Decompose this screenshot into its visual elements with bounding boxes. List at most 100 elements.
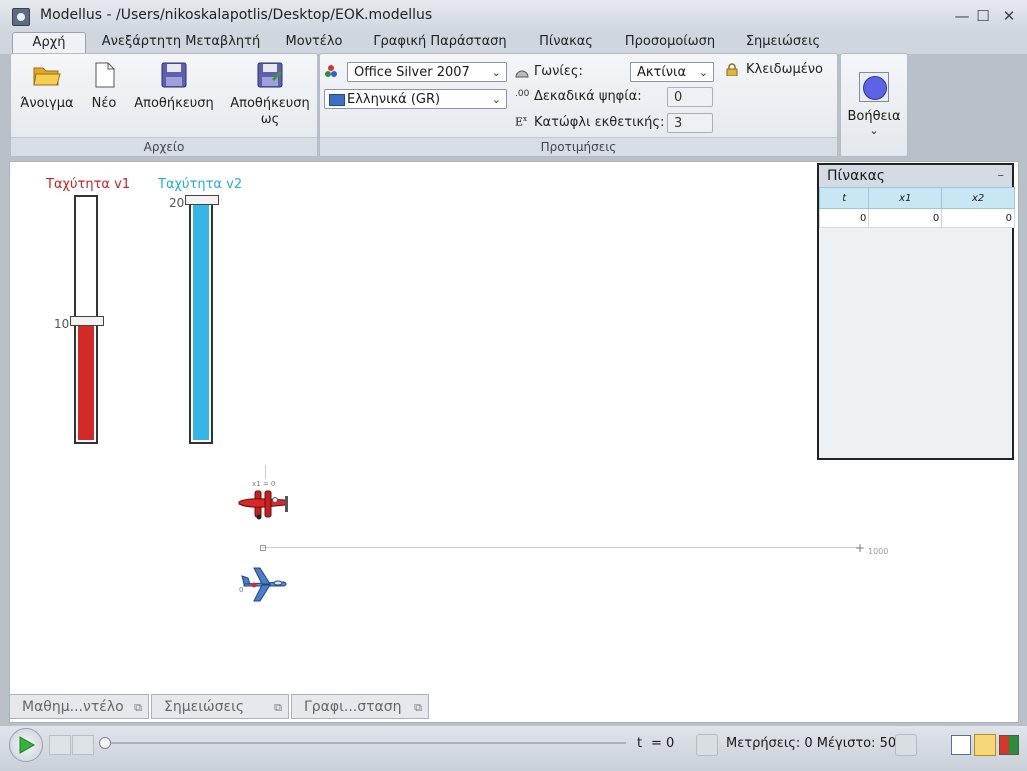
time-slider[interactable]: [104, 742, 626, 744]
time-slider-thumb[interactable]: [99, 737, 111, 749]
window-title: Modellus - /Users/nikoskalapotlis/Deskto…: [40, 7, 433, 23]
blue-jet-icon[interactable]: [240, 564, 290, 604]
maximize-icon[interactable]: ☐: [974, 7, 992, 25]
table-header-t[interactable]: t: [818, 187, 870, 209]
chevron-down-icon: ⌄: [491, 93, 501, 106]
slider-v2-label: Ταχύτητα v2: [158, 177, 243, 192]
table-cell[interactable]: 0: [941, 208, 1015, 228]
table-header-x1[interactable]: x1: [868, 187, 943, 209]
slider-v2-tick: 20: [169, 196, 185, 210]
time-value: = 0: [651, 736, 675, 751]
docked-model-label: Μαθημ...ντέλο: [22, 699, 124, 715]
table-cell[interactable]: 0: [868, 208, 943, 228]
save-as-button[interactable]: Αποθήκευση ως: [225, 60, 315, 128]
app-icon: [12, 8, 30, 26]
minimize-icon[interactable]: —: [953, 7, 971, 25]
save-as-label: Αποθήκευση ως: [230, 96, 310, 127]
axis-origin-marker[interactable]: [260, 545, 266, 551]
grid-windows-icon[interactable]: [999, 735, 1019, 755]
restore-icon[interactable]: ⧉: [414, 695, 422, 720]
close-icon[interactable]: ✕: [1000, 7, 1018, 25]
tab-table[interactable]: Πίνακας: [528, 32, 604, 54]
lock-icon: [726, 63, 738, 77]
play-icon: [19, 736, 35, 754]
slider-v2-fill: [193, 199, 209, 440]
slider-v1-label: Ταχύτητα v1: [46, 177, 131, 192]
tab-independent-variable[interactable]: Ανεξάρτητη Μεταβλητή: [96, 32, 266, 54]
angles-label: Γωνίες:: [534, 64, 583, 79]
tab-simulation[interactable]: Προσομοίωση: [614, 32, 726, 54]
ribbon: Άνοιγμα Νέο Αποθήκευση Αποθήκευση ως Αρχ…: [8, 53, 1018, 157]
step-forward-button[interactable]: [72, 735, 94, 755]
slider-v2[interactable]: [185, 195, 219, 444]
docked-notes-tab[interactable]: Σημειώσεις ⧉: [151, 694, 289, 719]
new-button[interactable]: Νέο: [85, 60, 123, 111]
minimize-panel-icon[interactable]: –: [998, 165, 1005, 187]
table-row: 0 0 0: [818, 208, 1015, 228]
folder-open-icon: [32, 60, 62, 90]
new-document-icon: [89, 60, 119, 90]
axis-end-label: 1000: [868, 547, 889, 556]
table-panel: Πίνακας – t x1 x2 0 0 0: [817, 163, 1015, 460]
angles-value: Ακτίνια: [637, 65, 687, 80]
axis-end-cross: +: [855, 541, 866, 555]
plane1-marker: [265, 465, 266, 479]
slider-v1[interactable]: [70, 195, 104, 444]
preferences-group-label: Προτιμήσεις: [320, 137, 837, 156]
decimals-field[interactable]: 0: [667, 87, 713, 107]
tab-model[interactable]: Μοντέλο: [276, 32, 352, 54]
file-group-label: Αρχείο: [11, 137, 317, 156]
data-table: t x1 x2 0 0 0: [818, 187, 1015, 228]
step-back-button[interactable]: [49, 735, 71, 755]
table-panel-title: Πίνακας: [827, 168, 886, 184]
save-label: Αποθήκευση: [134, 96, 214, 111]
title-bar: Modellus - /Users/nikoskalapotlis/Deskto…: [0, 0, 1027, 33]
ribbon-tabs: Αρχή Ανεξάρτητη Μεταβλητή Μοντέλο Γραφικ…: [0, 32, 1027, 55]
exponent-icon: Ex: [515, 115, 527, 129]
angles-select[interactable]: Ακτίνια ⌄: [630, 62, 714, 82]
red-biplane-icon[interactable]: [235, 488, 295, 520]
floppy-save-as-icon: [255, 60, 285, 90]
docked-graph-tab[interactable]: Γραφι...σταση ⧉: [291, 694, 429, 719]
chevron-down-icon[interactable]: ⌄: [841, 124, 907, 137]
slider-v1-handle[interactable]: [70, 316, 104, 326]
help-button[interactable]: Βοήθεια: [841, 109, 907, 124]
docked-graph-label: Γραφι...σταση: [304, 699, 402, 715]
restore-icon[interactable]: ⧉: [134, 695, 142, 720]
docked-model-tab[interactable]: Μαθημ...ντέλο ⧉: [9, 694, 149, 719]
decimals-icon: .00: [515, 89, 530, 99]
skip-end-button[interactable]: [895, 734, 917, 756]
language-select[interactable]: Ελληνικά (GR) ⌄: [324, 89, 507, 109]
tab-notes[interactable]: Σημειώσεις: [736, 32, 830, 54]
slider-v2-handle[interactable]: [185, 195, 219, 205]
save-button[interactable]: Αποθήκευση: [131, 60, 217, 111]
cascade-windows-icon[interactable]: [974, 734, 996, 756]
table-cell[interactable]: 0: [818, 208, 870, 228]
restore-icon[interactable]: ⧉: [274, 695, 282, 720]
slider-v1-tick: 10: [54, 317, 70, 331]
open-label: Άνοιγμα: [20, 96, 74, 111]
chevron-down-icon: ⌄: [491, 66, 501, 79]
play-button[interactable]: [9, 728, 43, 762]
tab-home[interactable]: Αρχή: [12, 32, 86, 55]
table-panel-header: Πίνακας –: [819, 165, 1012, 187]
file-group: Άνοιγμα Νέο Αποθήκευση Αποθήκευση ως Αρχ…: [10, 53, 318, 157]
table-header-x2[interactable]: x2: [941, 187, 1015, 209]
theme-value: Office Silver 2007: [354, 65, 470, 80]
slider-v1-fill: [78, 319, 94, 440]
tile-windows-icon[interactable]: [951, 735, 971, 755]
theme-select[interactable]: Office Silver 2007 ⌄: [347, 62, 507, 82]
playback-bar: t = 0 Μετρήσεις: 0 Μέγιστο: 50: [0, 726, 1027, 771]
locked-toggle[interactable]: Κλειδωμένο: [746, 62, 823, 77]
exp-threshold-field[interactable]: 3: [667, 113, 713, 133]
x-axis-line: [262, 547, 858, 548]
view-toggle-group: [947, 732, 1019, 758]
open-button[interactable]: Άνοιγμα: [15, 60, 79, 111]
new-label: Νέο: [91, 96, 117, 111]
time-variable-label: t: [637, 736, 643, 751]
angle-icon: [515, 66, 529, 78]
tab-graph[interactable]: Γραφική Παράσταση: [362, 32, 518, 54]
exp-threshold-label: Κατώφλι εκθετικής:: [534, 115, 665, 130]
reset-button[interactable]: [696, 734, 718, 756]
help-icon: [859, 72, 889, 102]
